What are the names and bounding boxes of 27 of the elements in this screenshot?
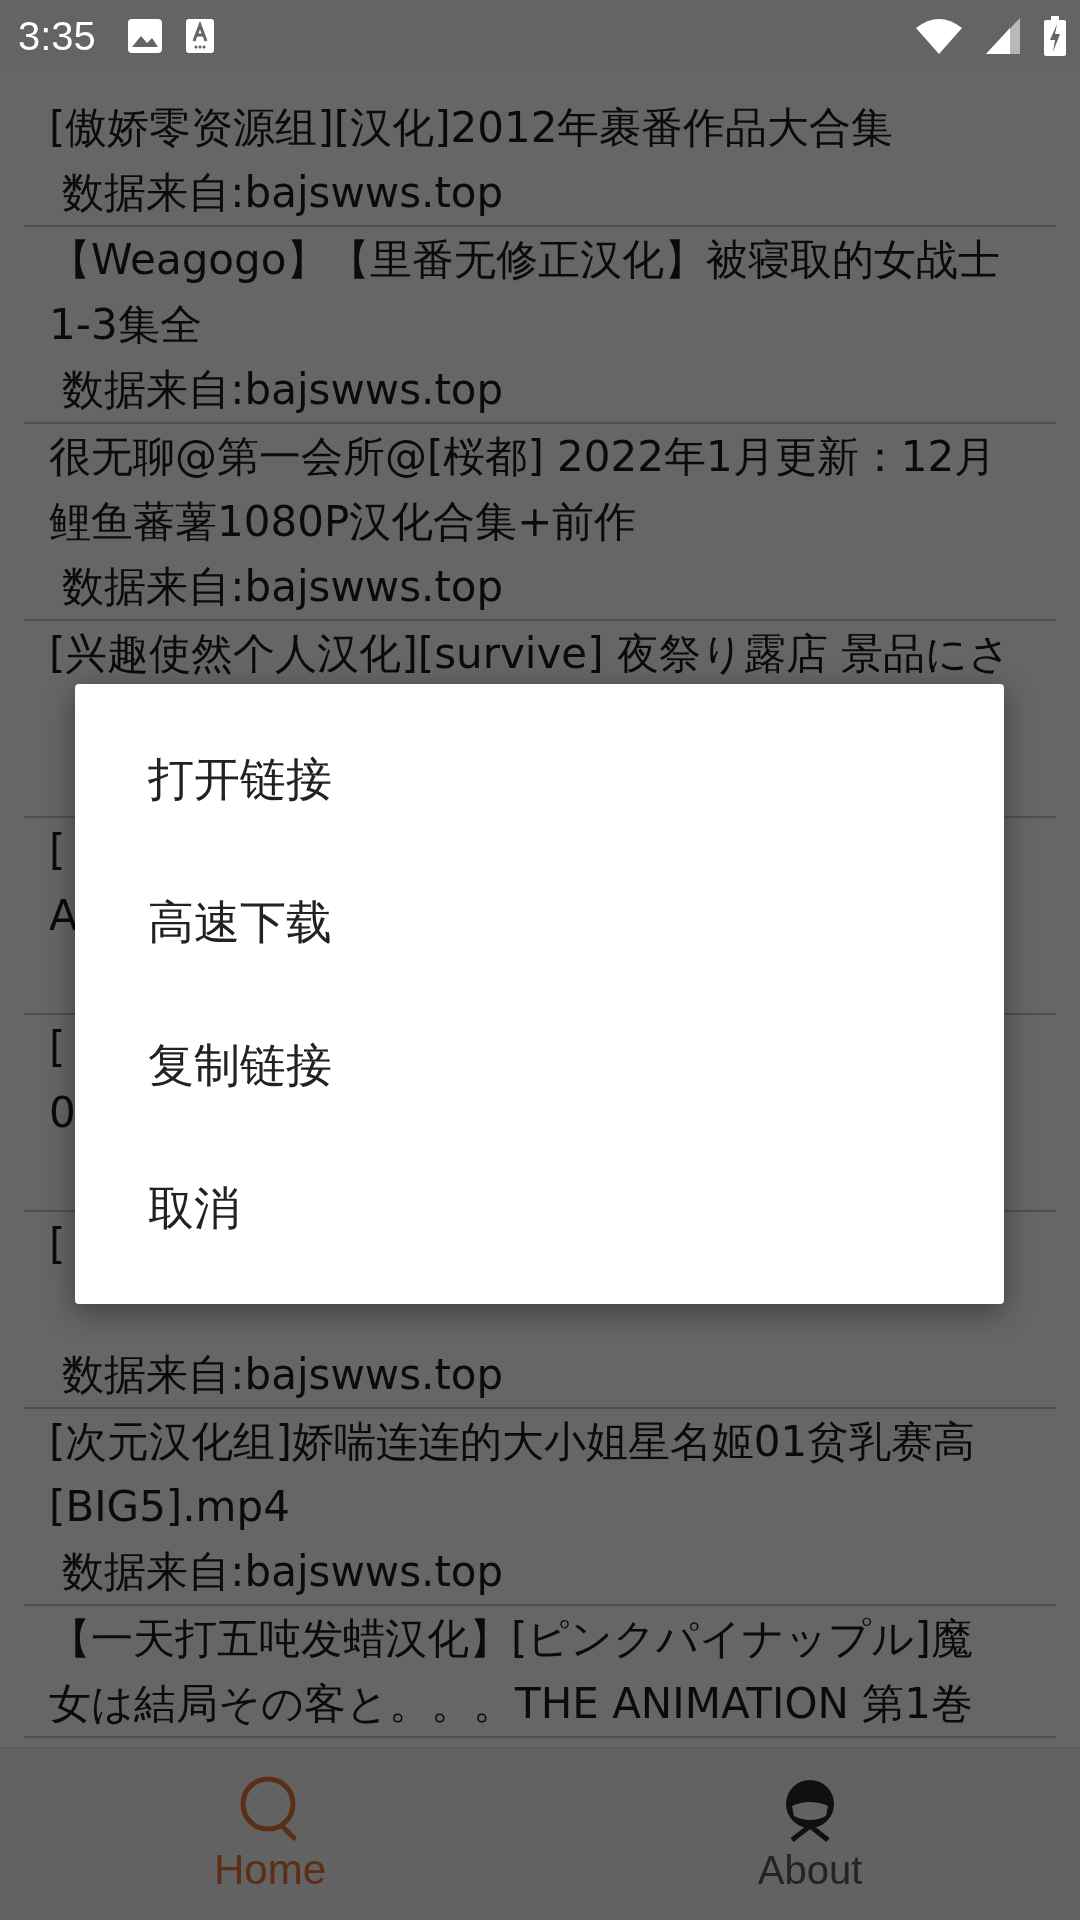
source-text: 数据来自:bajswws.top [61,561,505,613]
menu-option[interactable]: 取消 [75,1137,1004,1280]
item-title[interactable]: 鲤鱼蕃薯1080P汉化合集+前作 [49,489,1056,554]
keyboard-icon [185,19,214,53]
menu-option[interactable]: 高速下载 [75,851,1004,994]
item-title[interactable]: 1-3集全 [49,292,1056,357]
item-title[interactable]: [次元汉化组]娇喘连连的大小姐星名姬01贫乳赛高 [49,1409,1056,1474]
item-title[interactable]: 【一天打五吨发蜡汉化】[ピンクパイナップル]魔 [49,1606,1056,1671]
source-text: 数据来自:bajswws.top [61,1546,505,1598]
nav-tab[interactable]: About [540,1748,1080,1920]
menu-option[interactable]: 复制链接 [75,994,1004,1137]
menu-option[interactable]: 打开链接 [75,708,1004,851]
source-text: 数据来自:bajswws.top [61,364,505,416]
image-icon [127,19,162,53]
source-text: 数据来自:bajswws.top [61,1349,505,1401]
signal-icon [986,18,1020,54]
item-title[interactable]: 【Weagogo】【里番无修正汉化】被寝取的女战士 [49,227,1056,292]
item-title[interactable]: 很无聊@第一会所@[桜都] 2022年1月更新：12月 [49,424,1056,489]
item-title[interactable]: [傲娇零资源组][汉化]2012年裹番作品大合集 [49,95,1056,160]
item-title[interactable]: [兴趣使然个人汉化][survive] 夜祭り露店 景品にさ [49,621,1056,686]
clock: 3:35 [18,13,96,59]
battery-icon [1044,16,1066,56]
source-text: 数据来自:bajswws.top [61,167,505,219]
wifi-icon [916,18,962,54]
nav-tab[interactable]: Home [0,1748,540,1920]
item-title[interactable]: 女は結局その客と。。。THE ANIMATION 第1巻 [49,1671,1056,1736]
item-title[interactable]: [BIG5].mp4 [49,1474,1056,1539]
